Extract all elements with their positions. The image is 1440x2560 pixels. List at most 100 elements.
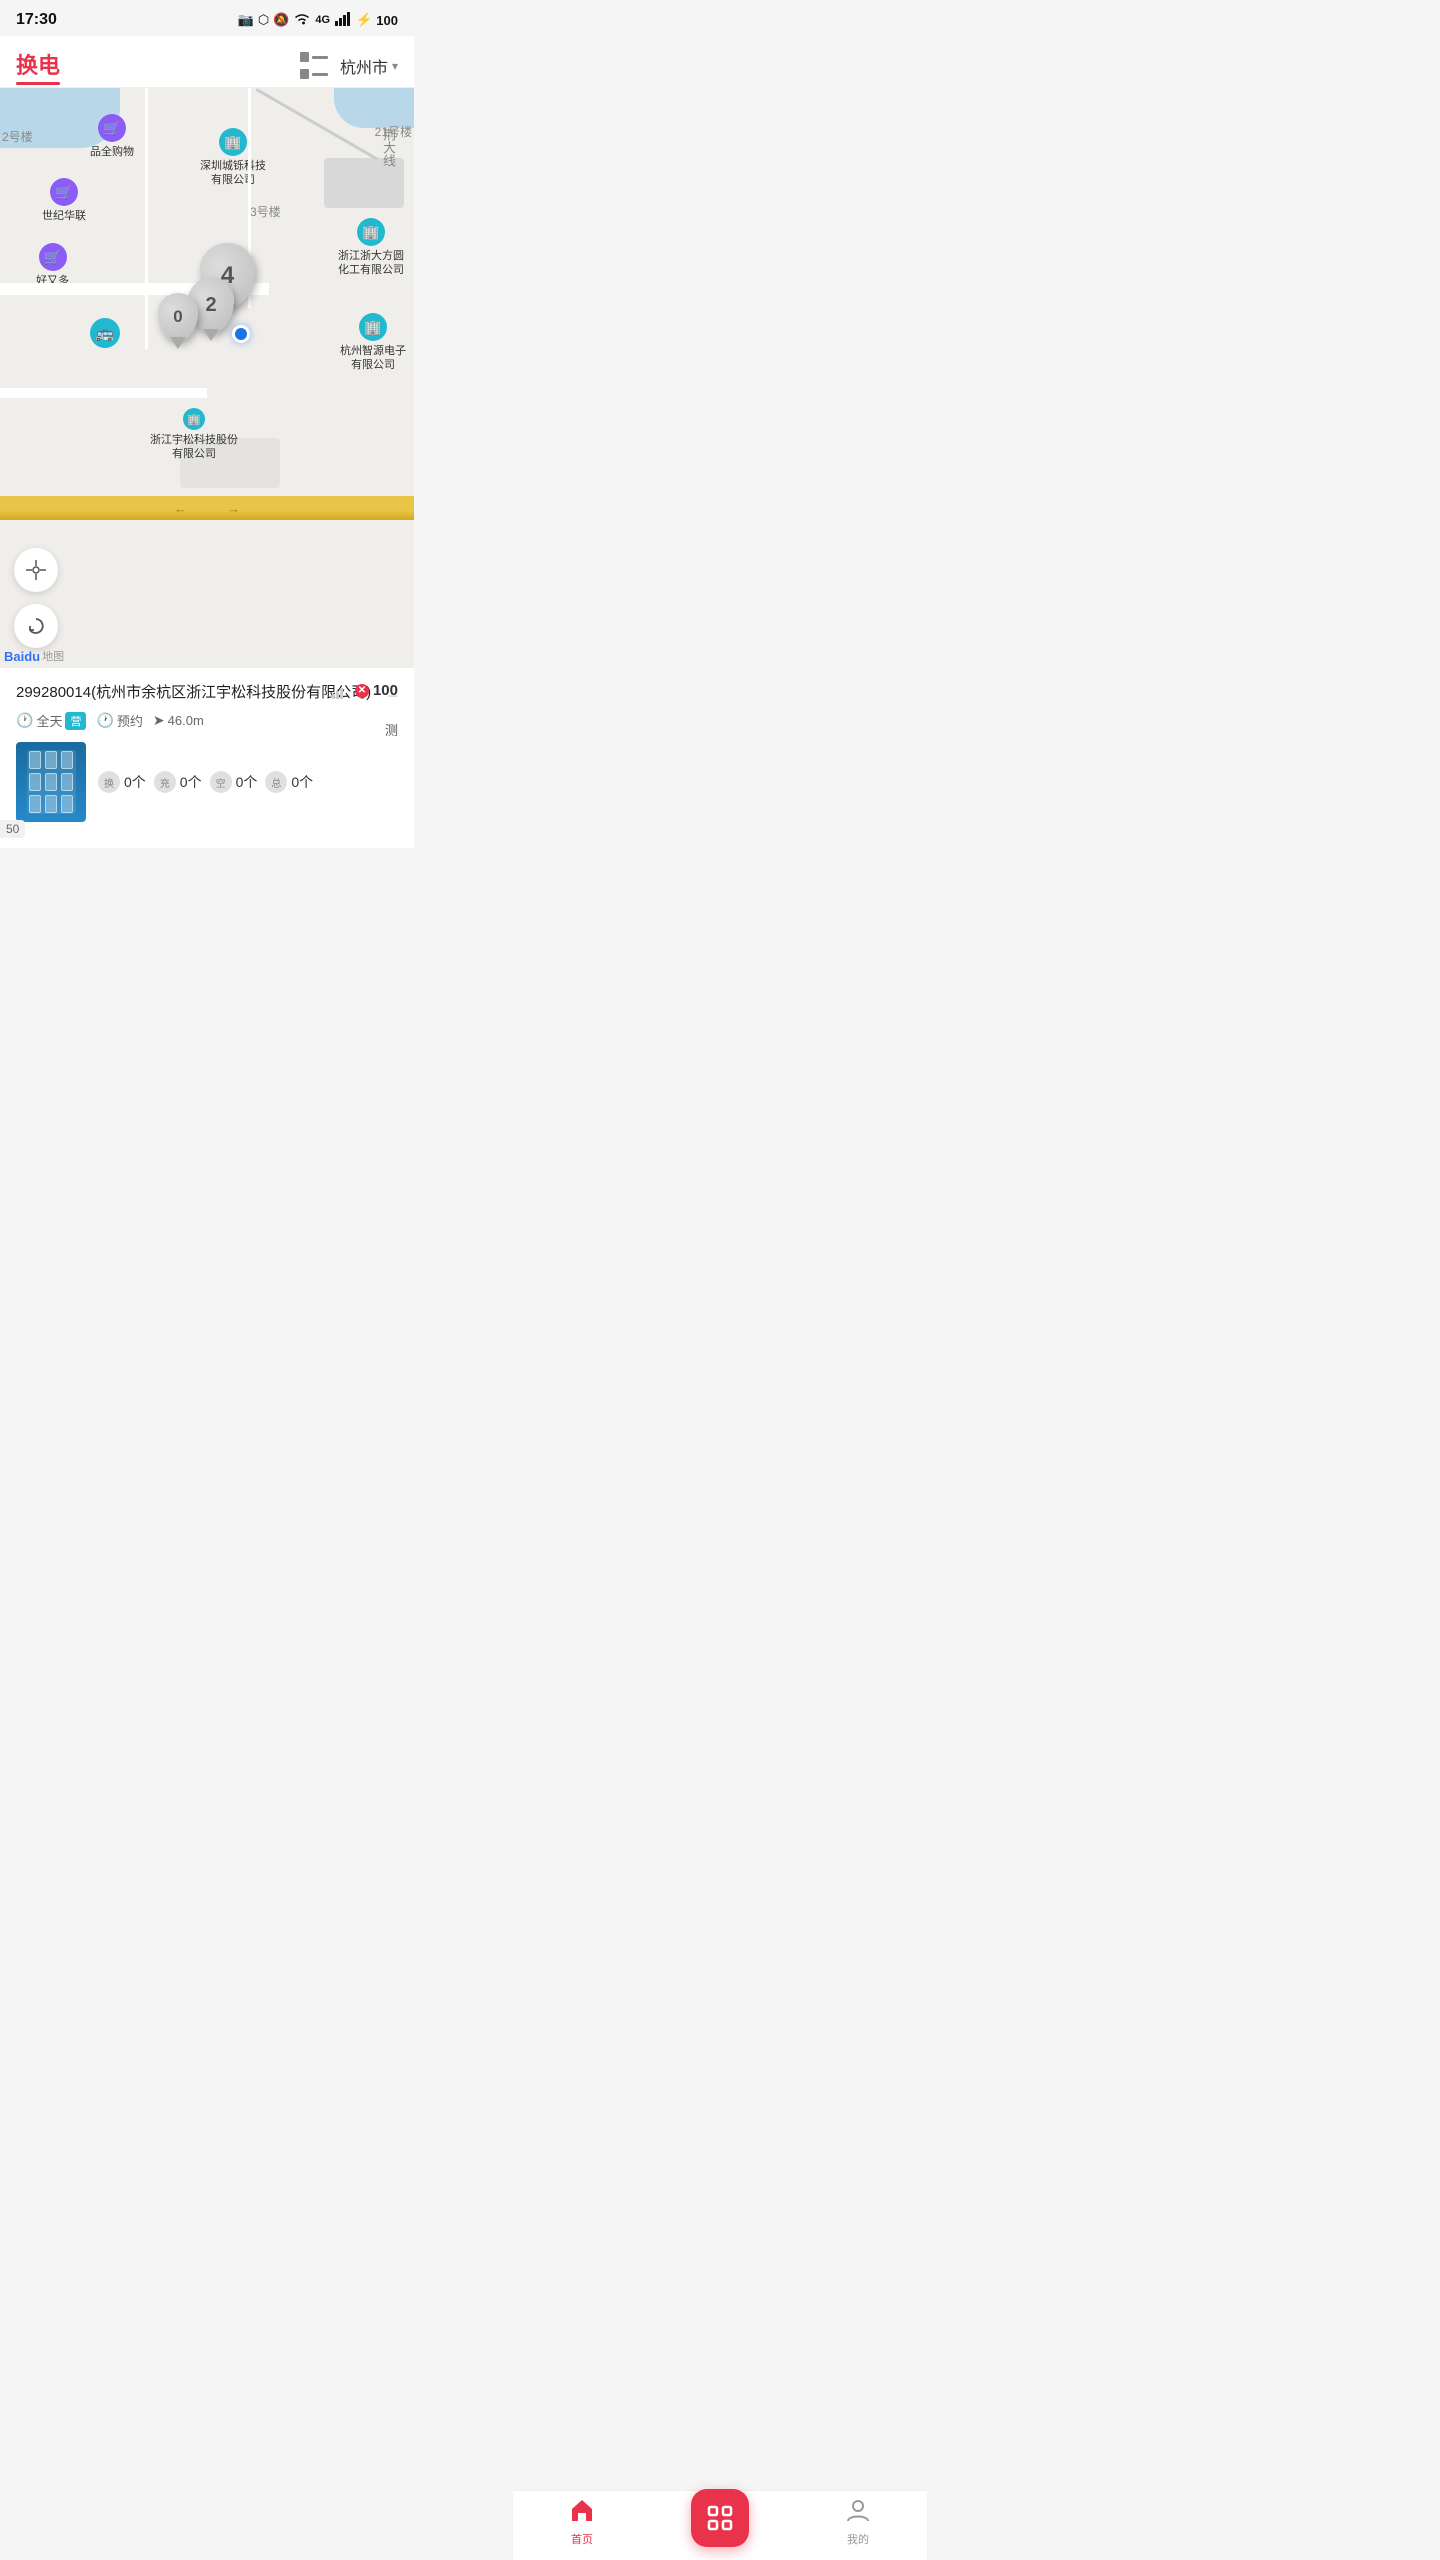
header-right: 杭州市 ▾: [300, 52, 398, 80]
city-name: 杭州市: [340, 54, 388, 78]
home-icon: [569, 2497, 595, 2529]
poi-icon-shiji: 🛒: [50, 178, 78, 206]
nav-profile[interactable]: 我的: [828, 2497, 888, 2547]
reservation-clock-icon: 🕐: [96, 712, 113, 729]
poi-icon-yusong: 🏢: [183, 408, 205, 430]
reservation-item: 🕐 预约: [96, 711, 142, 730]
charging-icon: ⚡: [356, 12, 372, 28]
nav-scan[interactable]: [690, 2489, 750, 2555]
empty-count: 0个: [236, 772, 258, 792]
chevron-down-icon: ▾: [392, 59, 398, 73]
poi-hao: 🛒 好又多: [36, 243, 69, 288]
station-body: 换 0个 充 0个 空 0个 总 0个: [16, 742, 398, 822]
poi-hangzhou: 🏢 杭州智源电子有限公司: [340, 313, 406, 373]
building-2-label: 2号楼: [2, 128, 33, 145]
navigation-icon: ➤: [153, 712, 165, 729]
road-horizontal-2: [0, 388, 207, 398]
poi-shenzhen: 🏢 深圳城铄科技有限公司: [200, 128, 266, 188]
clock-icon: 🕐: [16, 712, 33, 729]
bus-stop-icon: 🚌: [90, 318, 120, 348]
slot-exchange: 换 0个: [98, 771, 146, 793]
home-label: 首页: [571, 2531, 593, 2547]
silent-icon: 🔕: [273, 12, 289, 28]
distance-scale: 50: [0, 820, 25, 838]
usb-icon: ⬡: [258, 12, 269, 28]
baidu-logo: Baidu: [4, 649, 40, 664]
hours-text: 全天: [36, 711, 62, 730]
station-meta: 🕐 全天 营 🕐 预约 ➤ 46.0m: [16, 711, 398, 730]
collapse-indicator: −: [387, 686, 398, 707]
poi-icon-shenzhen: 🏢: [219, 128, 247, 156]
road-jingda-label: 荆大线: [379, 128, 398, 167]
poi-label-shenzhen: 深圳城铄科技有限公司: [200, 159, 266, 188]
profile-label: 我的: [847, 2531, 869, 2547]
scale-value: 50: [6, 822, 19, 836]
station-image: [16, 742, 86, 822]
slot-total: 总 0个: [265, 771, 313, 793]
open-badge: 营: [65, 712, 86, 730]
exchange-count: 0个: [124, 772, 146, 792]
error-icon: ✕: [358, 685, 366, 696]
hours-item: 🕐 全天 营: [16, 711, 86, 730]
scan-button[interactable]: [691, 2489, 749, 2547]
4g-icon: 4G: [315, 14, 330, 26]
status-time: 17:30: [16, 11, 57, 29]
arrow-left-icon: ←: [174, 501, 187, 516]
slot-empty: 空 0个: [210, 771, 258, 793]
poi-label-pinquan: 品全购物: [90, 145, 134, 159]
list-view-button[interactable]: [300, 52, 328, 80]
locate-button[interactable]: [14, 548, 58, 592]
empty-icon: 空: [210, 771, 232, 793]
poi-icon-pinquan: 🛒: [98, 114, 126, 142]
refresh-button[interactable]: [14, 604, 58, 648]
poi-label-shiji: 世纪华联: [42, 209, 86, 223]
battery-level: 100: [376, 13, 398, 28]
status-icons: 📷 ⬡ 🔕 4G ⚡ 100: [238, 12, 398, 29]
city-selector[interactable]: 杭州市 ▾: [340, 54, 398, 78]
page-title: 换电: [16, 48, 60, 84]
discover-label: 测: [385, 720, 398, 739]
bottom-navigation: 首页 我的: [513, 2490, 927, 2560]
road-vertical-1: [145, 88, 148, 349]
map-provider-text: 地图: [42, 648, 64, 664]
camera-icon: 📷: [238, 12, 254, 28]
building-3-label: 3号楼: [250, 203, 281, 220]
poi-icon-hao: 🛒: [39, 243, 67, 271]
distance-text: 46.0m: [168, 713, 204, 728]
poi-icon-zhejiang1: 🏢: [357, 218, 385, 246]
slot-charge: 充 0个: [154, 771, 202, 793]
poi-label-zhejiang1: 浙江浙大方圆化工有限公司: [338, 249, 404, 278]
total-count: 0个: [291, 772, 313, 792]
station-slots-display: [29, 751, 73, 813]
distance-item: ➤ 46.0m: [153, 712, 204, 729]
nav-home[interactable]: 首页: [552, 2497, 612, 2547]
header: 换电 杭州市 ▾: [0, 36, 414, 88]
error-badge: ✕: [355, 684, 369, 698]
total-icon: 总: [265, 771, 287, 793]
charge-icon: 充: [154, 771, 176, 793]
main-road: ← →: [0, 496, 414, 520]
pin-count-2: 2: [205, 294, 216, 317]
slots-info: 换 0个 充 0个 空 0个 总 0个: [98, 771, 398, 793]
profile-icon: [845, 2497, 871, 2529]
pin-count-0: 0: [173, 307, 182, 327]
poi-yusong: 🏢 浙江宇松科技股份有限公司: [150, 408, 238, 462]
status-bar: 17:30 📷 ⬡ 🔕 4G ⚡ 100: [0, 0, 414, 36]
poi-shiji: 🛒 世纪华联: [42, 178, 86, 223]
poi-icon-hangzhou: 🏢: [359, 313, 387, 341]
exchange-icon: 换: [98, 771, 120, 793]
map-container[interactable]: ← → 🛒 品全购物 🛒 世纪华联 🛒 好又多 🏢 深圳城铄科技有限公司 🏢 浙…: [0, 88, 414, 668]
wifi-icon: [293, 12, 311, 29]
water-area-right: [334, 88, 414, 128]
reservation-text: 预约: [117, 711, 143, 730]
user-location-dot: [232, 325, 250, 343]
poi-label-hangzhou: 杭州智源电子有限公司: [340, 344, 406, 373]
baidu-watermark: Baidu 地图: [4, 648, 64, 664]
arrow-right-icon: →: [227, 501, 240, 516]
map-pin-0[interactable]: 0: [158, 293, 198, 341]
poi-pinquan: 🛒 品全购物: [90, 114, 134, 159]
charge-count: 0个: [180, 772, 202, 792]
poi-label-yusong: 浙江宇松科技股份有限公司: [150, 433, 238, 462]
signal-icon: [334, 12, 352, 29]
station-info-card: ✕ 100 299280014(杭州市余杭区浙江宇松科技股份有限公司) 测 🕐 …: [0, 668, 414, 848]
